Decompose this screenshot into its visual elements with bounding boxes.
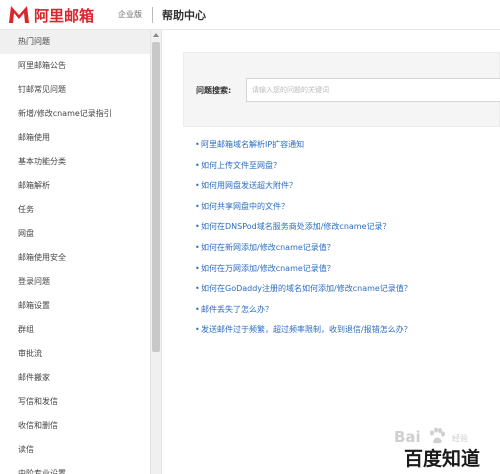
watermark-zhidao-text: 百度知道 [404,448,481,470]
sidebar-item[interactable]: 中阶专业设置 [0,462,161,474]
faq-link-text[interactable]: 如何在DNSPod域名服务商处添加/修改cname记录？ [201,222,391,231]
sidebar-item[interactable]: 审批流 [0,342,161,366]
faq-link[interactable]: •阿里邮箱域名解析IP扩容通知 [195,139,412,160]
sidebar: 热门问题 阿里邮箱公告 钉邮常见问题 新增/修改cname记录指引 邮箱使用 基本功能分类… [0,30,162,474]
sidebar-item[interactable]: 写信和发信 [0,390,161,414]
sidebar-item[interactable]: 阿里邮箱公告 [0,54,161,78]
sidebar-item[interactable]: 邮箱使用安全 [0,246,161,270]
faq-link[interactable]: •如何在新网添加/修改cname记录值？ [195,242,412,263]
baidu-zhidao-watermark: Bai 经验 百度知道 [392,424,500,474]
brand-name[interactable]: 阿里邮箱 [34,5,94,26]
edition-label: 企业版 [118,10,142,19]
sidebar-item[interactable]: 新增/修改cname记录指引 [0,102,161,126]
faq-link[interactable]: •如何在GoDaddy注册的域名如何添加/修改cname记录值？ [195,283,412,304]
page-title: 帮助中心 [162,9,206,22]
faq-link[interactable]: •如何在万网添加/修改cname记录值？ [195,263,412,284]
sidebar-item[interactable]: 读信 [0,438,161,462]
sidebar-item[interactable]: 任务 [0,198,161,222]
watermark-jingyan-text: 经验 [452,434,468,443]
sidebar-scrollbar[interactable] [150,30,161,474]
faq-link-text[interactable]: 如何共享网盘中的文件？ [201,202,289,211]
faq-link[interactable]: •如何在DNSPod域名服务商处添加/修改cname记录？ [195,221,412,242]
search-input[interactable] [246,78,500,102]
top-header: 阿里邮箱 企业版 帮助中心 [0,0,500,30]
faq-link[interactable]: •如何共享网盘中的文件？ [195,201,412,222]
sidebar-item[interactable]: 邮箱设置 [0,294,161,318]
sidebar-item[interactable]: 邮箱使用 [0,126,161,150]
scroll-up-arrow-icon[interactable] [153,33,159,37]
faq-list: •阿里邮箱域名解析IP扩容通知 •如何上传文件至网盘？ •如何用网盘发送超大附件？ •… [195,139,412,345]
sidebar-item[interactable]: 钉邮常见问题 [0,78,161,102]
faq-link-text[interactable]: 如何在GoDaddy注册的域名如何添加/修改cname记录值？ [201,284,412,293]
sidebar-item[interactable]: 邮箱解析 [0,174,161,198]
faq-link-text[interactable]: 发送邮件过于频繁，超过频率限制，收到退信/报错怎么办？ [201,325,412,334]
baidu-paw-icon [430,427,445,444]
search-label: 问题搜索: [196,86,232,95]
sidebar-item[interactable]: 登录问题 [0,270,161,294]
sidebar-item[interactable]: 群组 [0,318,161,342]
faq-link-text[interactable]: 如何用网盘发送超大附件？ [201,181,297,190]
header-divider [152,7,153,23]
faq-link-text[interactable]: 如何在新网添加/修改cname记录值？ [201,243,335,252]
faq-link[interactable]: •发送邮件过于频繁，超过频率限制，收到退信/报错怎么办？ [195,324,412,345]
sidebar-item[interactable]: 网盘 [0,222,161,246]
sidebar-item[interactable]: 热门问题 [0,30,161,54]
sidebar-item[interactable]: 邮件搬家 [0,366,161,390]
aliyun-mail-logo-icon[interactable] [8,4,30,24]
faq-link[interactable]: •邮件丢失了怎么办？ [195,304,412,325]
faq-link[interactable]: •如何上传文件至网盘？ [195,160,412,181]
sidebar-item[interactable]: 基本功能分类 [0,150,161,174]
faq-link-text[interactable]: 如何在万网添加/修改cname记录值？ [201,264,335,273]
scrollbar-thumb[interactable] [152,42,160,352]
faq-link-text[interactable]: 如何上传文件至网盘？ [201,161,281,170]
sidebar-item[interactable]: 收信和删信 [0,414,161,438]
faq-link[interactable]: •如何用网盘发送超大附件？ [195,180,412,201]
faq-link-text[interactable]: 阿里邮箱域名解析IP扩容通知 [201,140,304,149]
sidebar-menu: 热门问题 阿里邮箱公告 钉邮常见问题 新增/修改cname记录指引 邮箱使用 基本功能分类… [0,30,161,474]
faq-link-text[interactable]: 邮件丢失了怎么办？ [201,305,273,314]
search-panel: 问题搜索: [183,52,500,127]
